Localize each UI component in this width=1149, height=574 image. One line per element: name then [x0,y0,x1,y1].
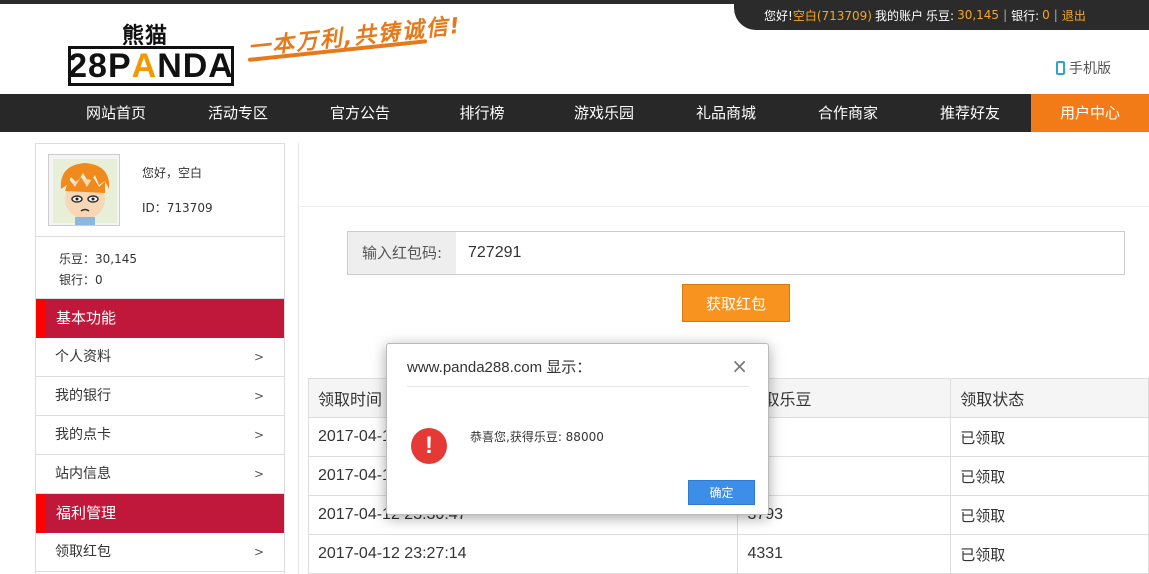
chevron-right-icon: > [253,350,264,364]
page: 您好! 空白(713709) 我的账户 乐豆: 30,145 | 银行: 0 |… [0,0,1149,574]
cell-time: 2017-04-12 23:27:14 [307,534,739,574]
chevron-right-icon: > [253,428,264,442]
separator: | [1003,8,1008,22]
profile-id: ID：713709 [142,201,213,215]
dialog-divider [407,386,749,387]
nav-gift-shop[interactable]: 礼品商城 [666,94,786,132]
sidebar: 您好，空白 ID：713709 乐豆：30,145 银行：0 基本功能 个人资料… [35,143,285,574]
cell-ledou: 49 [737,417,952,457]
user-bar: 您好! 空白(713709) 我的账户 乐豆: 30,145 | 银行: 0 |… [734,0,1149,30]
table-row: 2017-04-12 23:27:14 4331 已领取 [307,534,1149,574]
close-icon[interactable]: × [731,354,748,378]
sidebar-item-bank[interactable]: 我的银行 > [36,377,284,416]
ledou-label: 乐豆: [926,8,955,23]
profile-bank: 银行：0 [59,273,103,287]
logo-text-suffix: NDA [157,46,234,85]
sidebar-item-label: 我的银行 [55,388,111,404]
cell-status: 已领取 [950,456,1149,496]
my-account-link[interactable]: 我的账户 [875,7,923,24]
phone-icon [1056,61,1065,75]
nav-refer-friends[interactable]: 推荐好友 [910,94,1030,132]
alert-icon: ! [411,428,447,464]
sidebar-item-profile[interactable]: 个人资料 > [36,338,284,377]
sidebar-item-label: 领取红包 [55,544,111,560]
site-logo[interactable]: 熊猫 28P A NDA [68,18,236,88]
sidebar-item-label: 个人资料 [55,349,111,365]
logout-link[interactable]: 退出 [1062,7,1086,24]
dialog-title: www.panda288.com 显示： [407,359,592,376]
content-divider [298,143,299,574]
profile-balances: 乐豆：30,145 银行：0 [36,237,284,299]
nav-games[interactable]: 游戏乐园 [544,94,664,132]
logo-text-a: A [131,46,158,85]
profile-card: 您好，空白 ID：713709 [36,144,284,237]
cell-status: 已领取 [950,417,1149,457]
cell-ledou: 4331 [737,534,952,574]
userbar-username-link[interactable]: 空白(713709) [793,7,872,24]
profile-greeting: 您好，空白 [142,166,203,180]
avatar-image [49,155,119,225]
redeem-code-label: 输入红包码: [347,231,457,275]
mobile-label: 手机版 [1069,61,1111,77]
cell-status: 已领取 [950,534,1149,574]
separator: | [1053,8,1058,22]
sidebar-item-messages[interactable]: 站内信息 > [36,455,284,494]
sidebar-item-label: 站内信息 [55,466,111,482]
logo-text-prefix: 28P [68,46,132,85]
col-claim-status: 领取状态 [950,378,1149,418]
chevron-right-icon: > [253,467,264,481]
cell-ledou: 41 [737,456,952,496]
nav-rankings[interactable]: 排行榜 [422,94,542,132]
nav-user-center[interactable]: 用户中心 [1031,94,1149,132]
col-claim-ledou: 领取乐豆 [737,378,952,418]
nav-partners[interactable]: 合作商家 [788,94,908,132]
sidebar-item-red-packet[interactable]: 领取红包 > [36,533,284,572]
dialog-message: 恭喜您,获得乐豆: 88000 [470,430,604,444]
section-welfare: 福利管理 [36,494,284,533]
get-red-packet-button[interactable]: 获取红包 [682,284,790,322]
alert-dialog: www.panda288.com 显示： × ! 恭喜您,获得乐豆: 88000… [386,343,769,515]
chevron-right-icon: > [253,545,264,559]
bank-label: 银行: [1011,8,1040,23]
bank-value: 0 [1042,8,1050,22]
logo-wordmark: 28P A NDA [68,46,234,86]
userbar-greeting: 您好! [764,8,793,23]
section-basic-functions: 基本功能 [36,299,284,338]
main-nav: 网站首页 活动专区 官方公告 排行榜 游戏乐园 礼品商城 合作商家 推荐好友 用… [0,94,1149,132]
nav-events[interactable]: 活动专区 [178,94,298,132]
nav-announcements[interactable]: 官方公告 [300,94,420,132]
mobile-version-link[interactable]: 手机版 [1056,58,1111,78]
chevron-right-icon: > [253,389,264,403]
avatar[interactable] [48,154,120,226]
nav-home[interactable]: 网站首页 [56,94,176,132]
cell-ledou: 3793 [737,495,952,535]
ledou-value: 30,145 [957,8,1000,22]
profile-ledou: 乐豆：30,145 [59,252,137,266]
cell-status: 已领取 [950,495,1149,535]
dialog-ok-button[interactable]: 确定 [688,480,755,505]
sidebar-item-label: 我的点卡 [55,427,111,443]
content-top-divider [298,206,1149,207]
sidebar-item-point-cards[interactable]: 我的点卡 > [36,416,284,455]
redeem-code-input[interactable] [456,231,1125,275]
